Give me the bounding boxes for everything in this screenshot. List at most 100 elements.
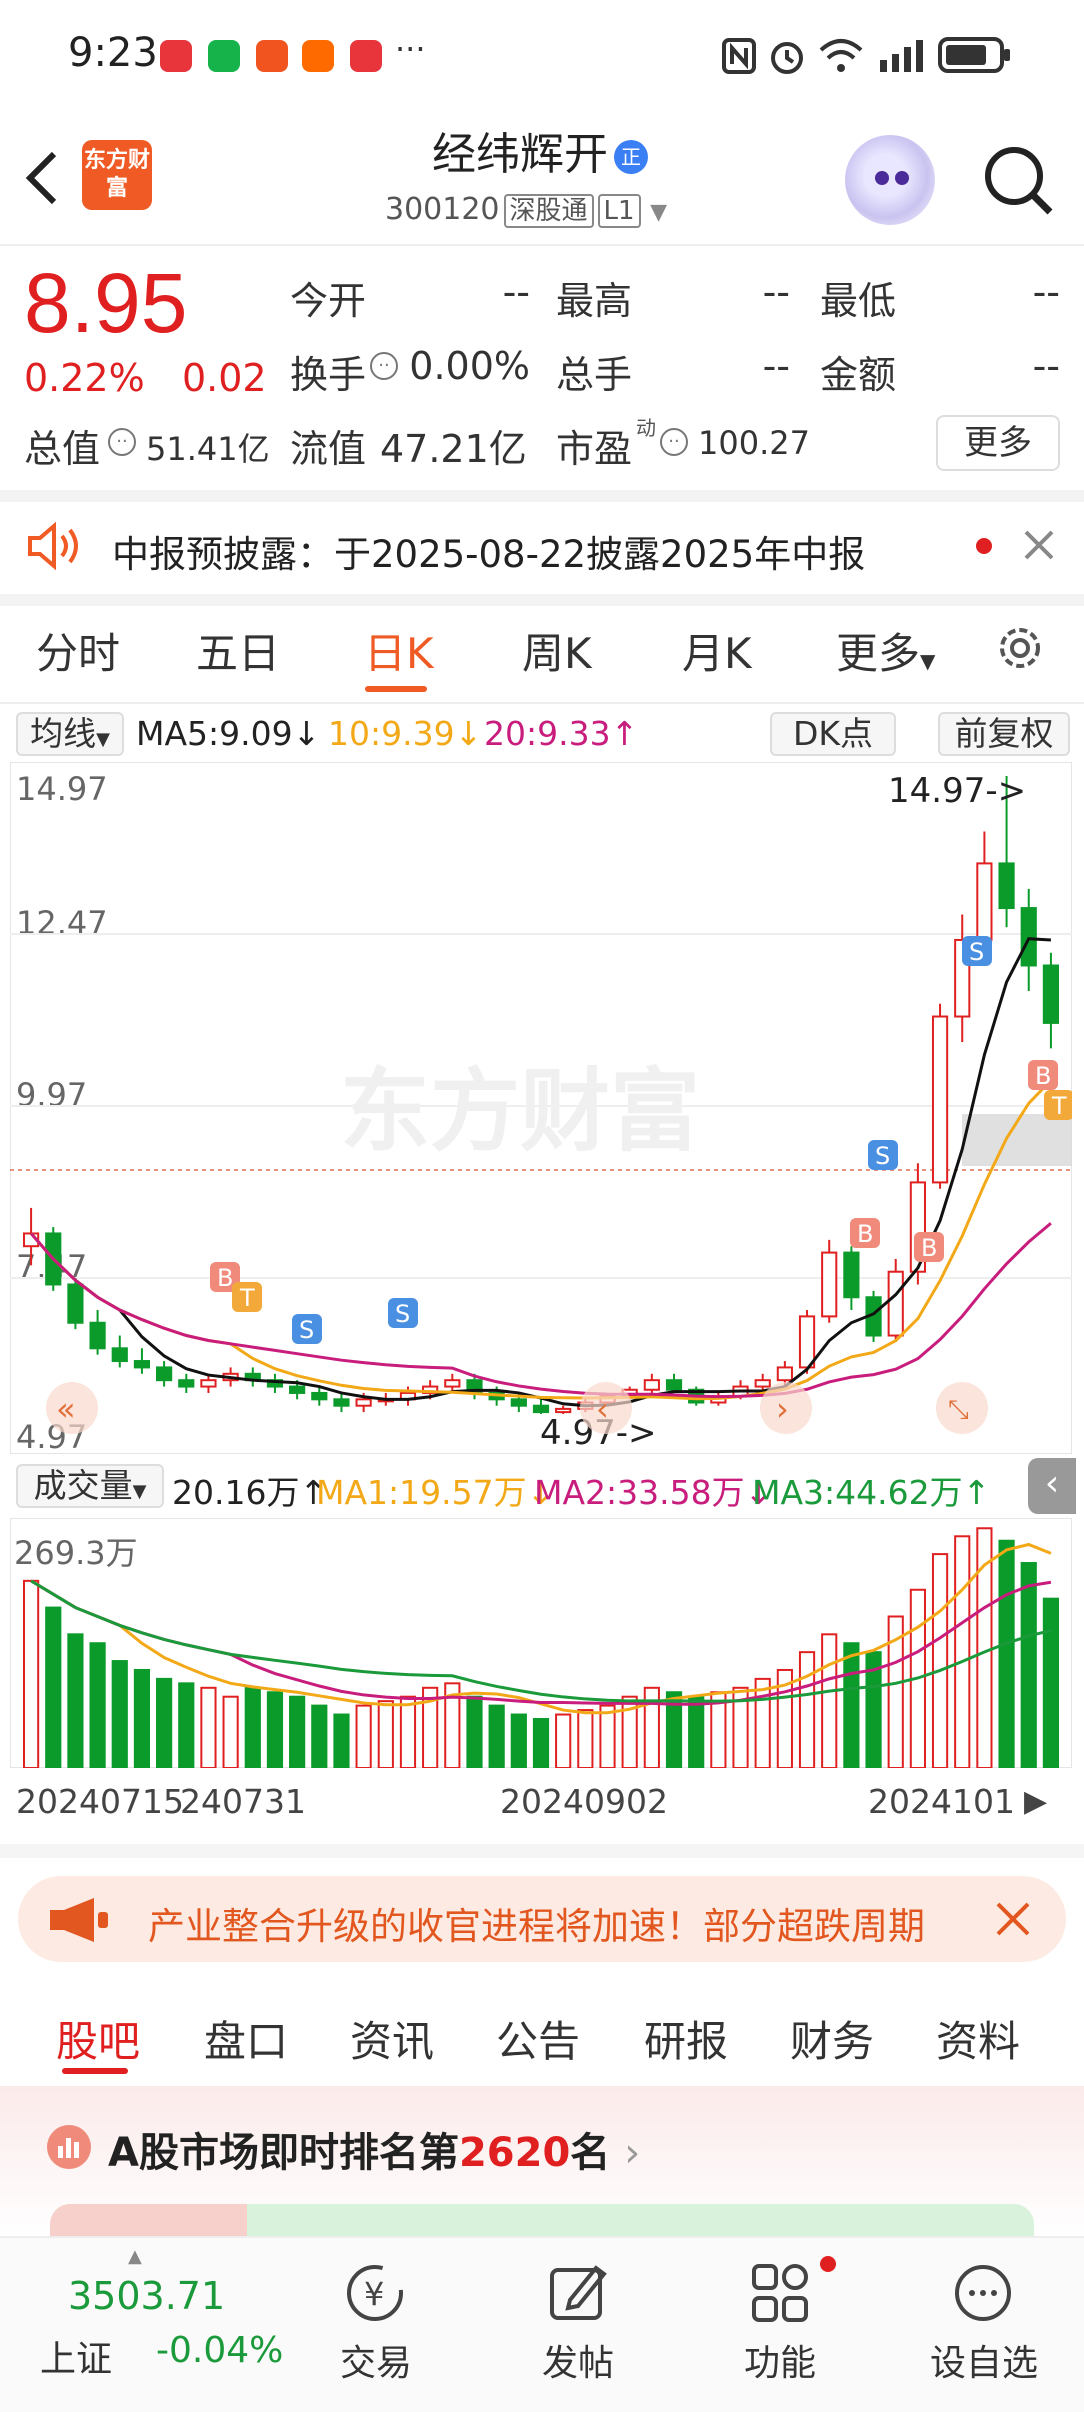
speaker-icon xyxy=(28,522,78,570)
expand-icon[interactable]: ⤡ xyxy=(936,1382,988,1434)
down-arrow-icon: ↓ xyxy=(292,714,321,753)
svg-text:«: « xyxy=(56,1390,76,1428)
volume-bar xyxy=(931,1553,949,1768)
up-arrow-icon: ↑ xyxy=(610,714,639,753)
high-value: -- xyxy=(762,270,790,314)
nav-trade[interactable]: 交易 xyxy=(306,2334,446,2386)
candle-body xyxy=(355,1398,372,1407)
buy-signal-badge[interactable]: B xyxy=(1028,1060,1058,1090)
indicator-select[interactable]: 均线▼ xyxy=(16,712,124,756)
stock-subtitle[interactable]: 300120 深股通 L1 ▼ xyxy=(385,190,667,228)
promo-banner[interactable]: 产业整合升级的收官进程将加速！部分超跌周期 xyxy=(18,1876,1066,1962)
gear-icon[interactable] xyxy=(992,620,1048,676)
vol-ma1-label: MA1:19.57万 xyxy=(316,1473,527,1512)
volume-bar xyxy=(200,1686,217,1768)
date-label: 2024101 xyxy=(868,1782,1015,1821)
tab-intraday[interactable]: 分时 xyxy=(36,620,120,681)
take-profit-badge[interactable]: T xyxy=(232,1282,262,1312)
tab-stock-forum[interactable]: 股吧 xyxy=(56,2008,140,2069)
candle-body xyxy=(510,1398,527,1407)
svg-text:¥: ¥ xyxy=(364,2275,384,2313)
more-quote-button[interactable]: 更多 xyxy=(936,415,1060,471)
dk-point-button[interactable]: DK点 xyxy=(770,712,896,756)
alarm-icon xyxy=(771,42,803,74)
volume-bar xyxy=(488,1704,505,1768)
nav-functions[interactable]: 功能 xyxy=(710,2334,850,2386)
post-icon[interactable] xyxy=(546,2260,612,2326)
down-arrow-icon: ↓ xyxy=(454,714,483,753)
sell-signal-badge[interactable]: S xyxy=(292,1314,322,1344)
tab-weekly-k[interactable]: 周K xyxy=(522,620,592,681)
sell-signal-badge[interactable]: S xyxy=(962,936,992,966)
sell-signal-badge[interactable]: S xyxy=(868,1140,898,1170)
buy-signal-badge[interactable]: B xyxy=(850,1218,880,1248)
svg-text:‹: ‹ xyxy=(596,1390,609,1428)
tabs-divider xyxy=(0,702,1084,704)
svg-text:S: S xyxy=(875,1142,890,1170)
more-notifications-icon: ··· xyxy=(395,30,426,68)
sell-signal-badge[interactable]: S xyxy=(388,1298,418,1328)
tab-announcements[interactable]: 公告 xyxy=(496,2008,580,2069)
candle-body xyxy=(289,1385,306,1394)
vol-ma2-label: MA2:33.58万 xyxy=(534,1473,745,1512)
volume-select[interactable]: 成交量▼ xyxy=(16,1464,164,1508)
prev-icon[interactable]: ‹ xyxy=(580,1382,632,1434)
app-logo-text: 东方财富 xyxy=(83,148,150,201)
candle-body xyxy=(311,1391,328,1401)
tab-news[interactable]: 资讯 xyxy=(350,2008,434,2069)
tab-daily-k[interactable]: 日K xyxy=(364,620,434,681)
rank-chart-icon xyxy=(47,2125,91,2169)
tab-monthly-k[interactable]: 月K xyxy=(682,620,752,681)
tab-finance[interactable]: 财务 xyxy=(790,2008,874,2069)
tab-profile[interactable]: 资料 xyxy=(936,2008,1020,2069)
scroll-left-icon[interactable]: « xyxy=(46,1382,98,1434)
trade-icon[interactable]: ¥ xyxy=(340,2260,410,2326)
volume-bar xyxy=(399,1695,417,1768)
volume-bar xyxy=(289,1695,306,1768)
adjust-button[interactable]: 前复权 xyxy=(938,712,1070,756)
close-icon[interactable] xyxy=(1022,528,1056,562)
collapse-panel-button[interactable]: ‹ xyxy=(1028,1458,1076,1514)
close-icon[interactable] xyxy=(994,1900,1032,1938)
tab-order-book[interactable]: 盘口 xyxy=(204,2008,288,2069)
info-icon[interactable]: ·· xyxy=(108,428,136,456)
candle-body xyxy=(887,1270,904,1337)
market-rank-card[interactable]: A股市场即时排名第2620名 › xyxy=(0,2086,1084,2244)
tab-five-day[interactable]: 五日 xyxy=(196,620,280,681)
index-name: 上证 xyxy=(40,2339,113,2380)
info-icon[interactable]: ·· xyxy=(660,428,688,456)
up-arrow-icon: ↑ xyxy=(962,1473,991,1512)
tab-research[interactable]: 研报 xyxy=(644,2008,728,2069)
stock-code: 300120 xyxy=(385,192,500,227)
next-icon[interactable]: › xyxy=(760,1382,812,1434)
index-value: 3503.71 xyxy=(68,2274,226,2318)
vol-ma3-label: MA3:44.62万 xyxy=(752,1473,963,1512)
max-price-marker: 14.97-> xyxy=(888,771,1026,811)
watchlist-icon[interactable] xyxy=(950,2260,1016,2326)
nav-add-watchlist[interactable]: 设自选 xyxy=(914,2334,1054,2386)
market-rank-text: A股市场即时排名第2620名 › xyxy=(108,2130,641,2176)
robot-assistant-icon[interactable] xyxy=(845,135,935,225)
back-icon[interactable] xyxy=(22,148,62,208)
svg-text:›: › xyxy=(776,1390,789,1428)
dropdown-arrow-icon: ▼ xyxy=(96,729,110,750)
volume-select-label: 成交量 xyxy=(33,1466,133,1505)
search-icon[interactable] xyxy=(978,140,1058,220)
vol-ma2-legend: MA2:33.58万↓ xyxy=(534,1466,772,1514)
functions-icon[interactable] xyxy=(748,2260,814,2326)
tab-more[interactable]: 更多▼ xyxy=(836,620,935,681)
play-right-icon[interactable]: ▶ xyxy=(1024,1784,1047,1819)
take-profit-badge[interactable]: T xyxy=(1044,1090,1072,1120)
kline-chart[interactable]: 东方财富 14.97-> 4.97-> B T S S B S B S B T … xyxy=(10,762,1072,1454)
ma20-legend: 20:9.33↑ xyxy=(484,714,638,753)
active-tab-indicator xyxy=(62,2068,128,2074)
volume-bar xyxy=(67,1633,84,1768)
volume-chart[interactable] xyxy=(10,1518,1072,1768)
info-icon[interactable]: ·· xyxy=(370,352,398,380)
nav-post[interactable]: 发帖 xyxy=(508,2334,648,2386)
notice-bar[interactable]: 中报预披露：于2025-08-22披露2025年中报 xyxy=(0,500,1084,590)
candle-body xyxy=(333,1398,350,1407)
buy-signal-badge[interactable]: B xyxy=(914,1232,944,1262)
candle-body xyxy=(976,862,993,941)
candle-body xyxy=(843,1251,860,1299)
